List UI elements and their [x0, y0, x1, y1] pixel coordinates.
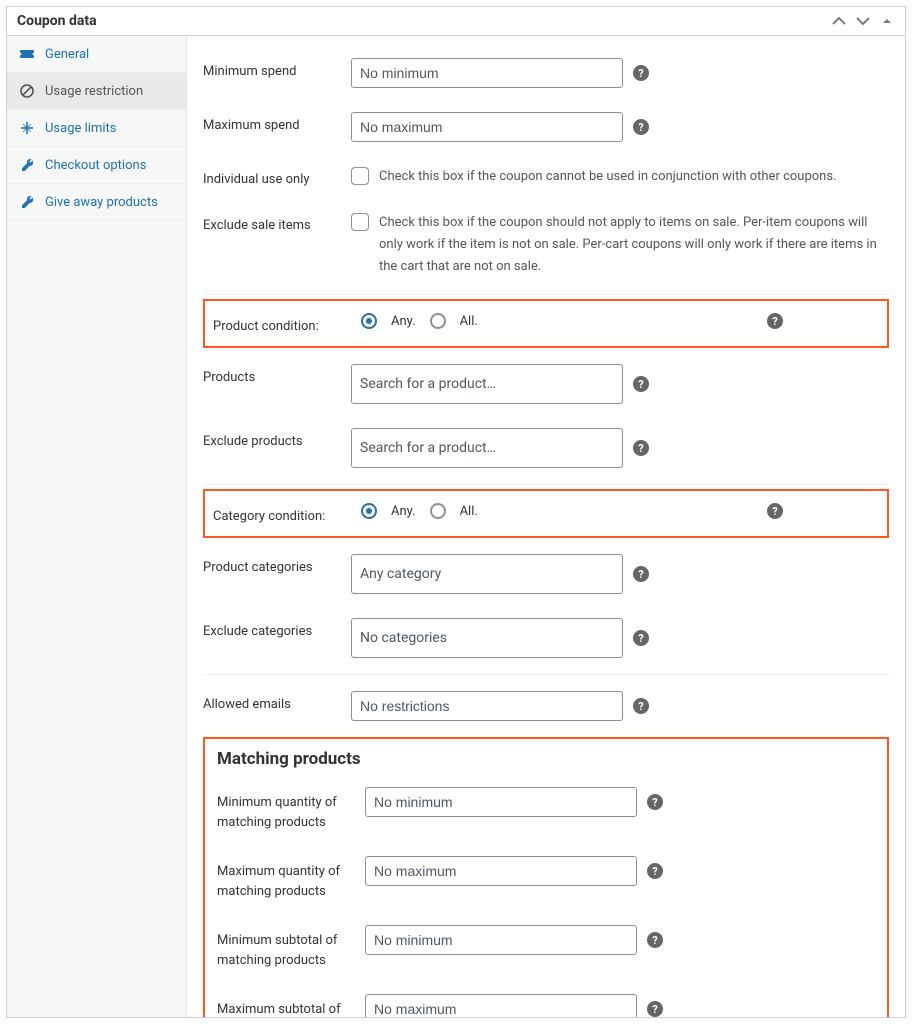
allowed-emails-input[interactable]	[351, 691, 623, 721]
min-subtotal-input[interactable]	[365, 925, 637, 955]
sidebar-item-give-away-products[interactable]: Give away products	[7, 184, 186, 221]
max-spend-input[interactable]	[351, 112, 623, 142]
panel-title: Coupon data	[17, 13, 97, 29]
exclude-products-label: Exclude products	[203, 428, 351, 449]
sidebar-item-label: Usage limits	[45, 121, 116, 136]
sidebar-item-label: General	[45, 47, 89, 62]
sidebar-item-label: Checkout options	[45, 158, 146, 173]
individual-use-desc: Check this box if the coupon cannot be u…	[379, 166, 837, 188]
help-icon[interactable]: ?	[633, 440, 649, 456]
help-icon[interactable]: ?	[633, 698, 649, 714]
max-subtotal-label: Maximum subtotal of matching products	[217, 994, 365, 1017]
help-icon[interactable]: ?	[633, 376, 649, 392]
category-condition-all-label: All.	[460, 504, 478, 519]
exclude-categories-label: Exclude categories	[203, 618, 351, 639]
sidebar-item-checkout-options[interactable]: Checkout options	[7, 147, 186, 184]
min-spend-input[interactable]	[351, 58, 623, 88]
sidebar-item-general[interactable]: General	[7, 36, 186, 73]
products-label: Products	[203, 364, 351, 385]
ticket-icon	[19, 46, 35, 62]
coupon-data-panel: Coupon data General Usage restriction	[6, 6, 906, 1018]
help-icon[interactable]: ?	[647, 863, 663, 879]
help-icon[interactable]: ?	[633, 119, 649, 135]
wrench-icon	[19, 157, 35, 173]
product-condition-any-label: Any.	[391, 314, 416, 329]
category-condition-highlight: Category condition: Any. All. ?	[203, 489, 889, 538]
content-area: Minimum spend ? Maximum spend ? Individu…	[187, 36, 905, 1017]
sidebar-item-usage-restriction[interactable]: Usage restriction	[7, 73, 186, 110]
min-subtotal-label: Minimum subtotal of matching products	[217, 925, 365, 970]
allowed-emails-label: Allowed emails	[203, 691, 351, 712]
product-condition-highlight: Product condition: Any. All. ?	[203, 299, 889, 348]
category-condition-any-label: Any.	[391, 504, 416, 519]
exclude-products-select[interactable]: Search for a product…	[351, 428, 623, 468]
help-icon[interactable]: ?	[633, 566, 649, 582]
product-categories-select[interactable]: Any category	[351, 554, 623, 594]
separator	[203, 484, 889, 485]
min-spend-label: Minimum spend	[203, 58, 351, 79]
exclude-sale-label: Exclude sale items	[203, 212, 351, 233]
product-condition-all-radio[interactable]	[430, 313, 446, 329]
individual-use-label: Individual use only	[203, 166, 351, 187]
exclude-sale-checkbox[interactable]	[351, 213, 369, 231]
max-qty-input[interactable]	[365, 856, 637, 886]
category-condition-any-radio[interactable]	[361, 503, 377, 519]
category-condition-all-radio[interactable]	[430, 503, 446, 519]
sidebar-item-label: Give away products	[45, 195, 158, 210]
help-icon[interactable]: ?	[633, 65, 649, 81]
help-icon[interactable]: ?	[647, 794, 663, 810]
sidebar-item-usage-limits[interactable]: Usage limits	[7, 110, 186, 147]
min-qty-label: Minimum quantity of matching products	[217, 787, 365, 832]
panel-toggle-icon[interactable]	[879, 13, 895, 29]
min-qty-input[interactable]	[365, 787, 637, 817]
help-icon[interactable]: ?	[767, 313, 783, 329]
individual-use-checkbox[interactable]	[351, 167, 369, 185]
help-icon[interactable]: ?	[647, 1001, 663, 1017]
wrench-icon	[19, 194, 35, 210]
exclude-categories-select[interactable]: No categories	[351, 618, 623, 658]
move-down-icon[interactable]	[855, 13, 871, 29]
exclude-sale-desc: Check this box if the coupon should not …	[379, 212, 879, 278]
matching-products-title: Matching products	[217, 749, 875, 769]
help-icon[interactable]: ?	[647, 932, 663, 948]
sidebar-item-label: Usage restriction	[45, 84, 143, 99]
product-condition-label: Product condition:	[213, 313, 361, 334]
ban-icon	[19, 83, 35, 99]
sidebar: General Usage restriction Usage limits C…	[7, 36, 187, 1017]
help-icon[interactable]: ?	[633, 630, 649, 646]
panel-header: Coupon data	[7, 7, 905, 36]
separator	[203, 294, 889, 295]
product-condition-all-label: All.	[460, 314, 478, 329]
products-select[interactable]: Search for a product…	[351, 364, 623, 404]
max-qty-label: Maximum quantity of matching products	[217, 856, 365, 901]
move-up-icon[interactable]	[831, 13, 847, 29]
limits-icon	[19, 120, 35, 136]
separator	[203, 674, 889, 675]
product-categories-label: Product categories	[203, 554, 351, 575]
max-subtotal-input[interactable]	[365, 994, 637, 1017]
help-icon[interactable]: ?	[767, 503, 783, 519]
product-condition-any-radio[interactable]	[361, 313, 377, 329]
max-spend-label: Maximum spend	[203, 112, 351, 133]
category-condition-label: Category condition:	[213, 503, 361, 524]
matching-products-highlight: Matching products Minimum quantity of ma…	[203, 737, 889, 1017]
